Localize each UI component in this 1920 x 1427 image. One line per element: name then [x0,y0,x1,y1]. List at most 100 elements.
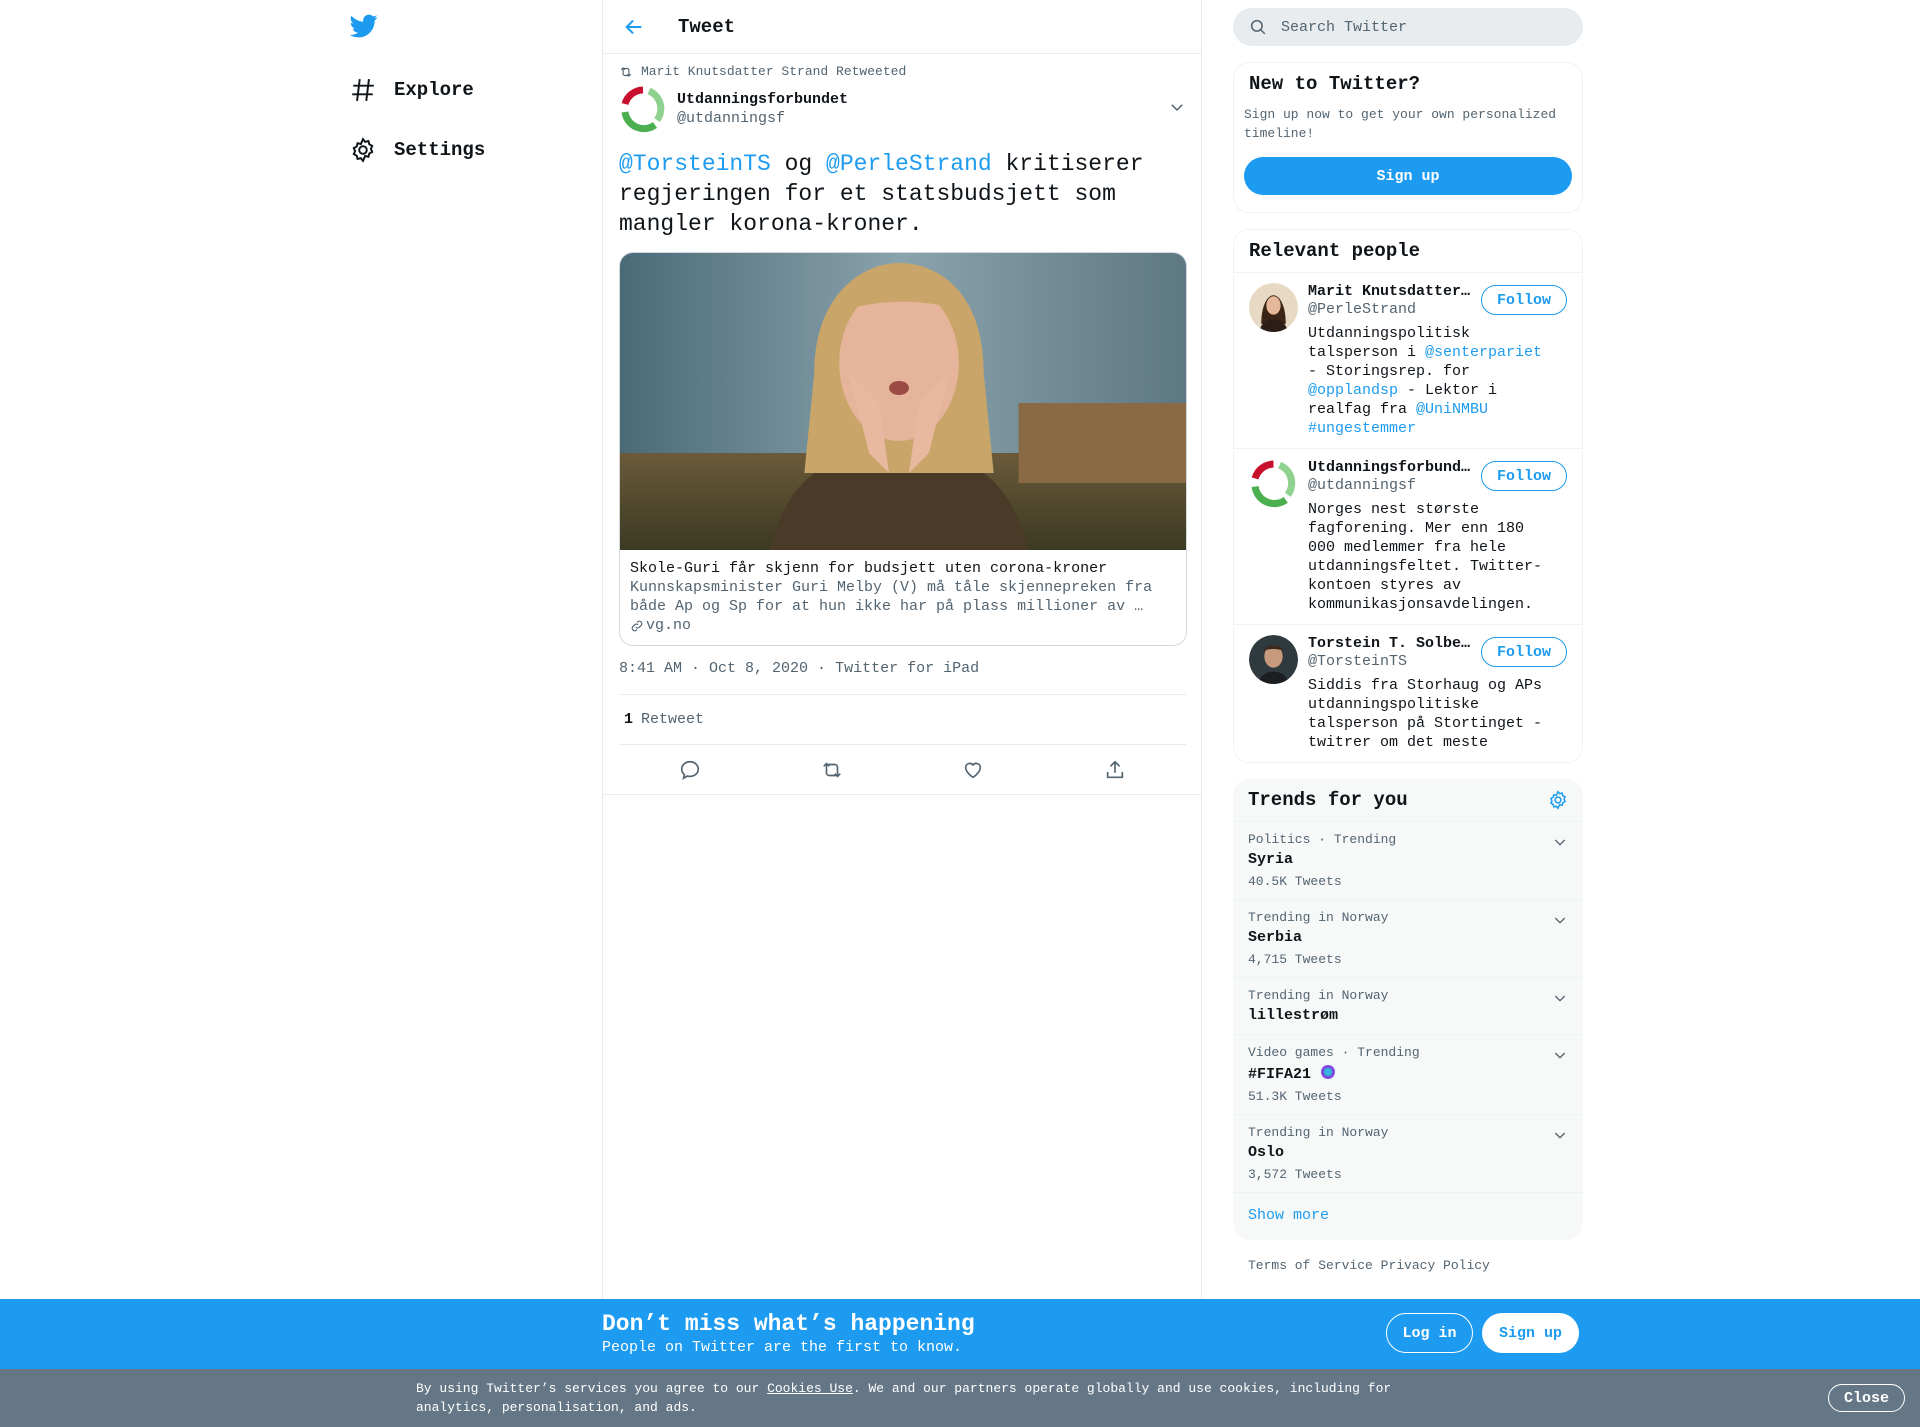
chevron-down-icon[interactable] [1552,912,1568,928]
trend-context: Trending in Norway [1248,1125,1389,1140]
card-body: Skole-Guri får skjenn for budsjett uten … [620,550,1186,645]
fifa-emoji-icon [1321,1065,1336,1079]
mention-link[interactable]: @senterpariet [1425,344,1542,361]
footer-links: Terms of Service Privacy Policy [1233,1240,1583,1273]
trend-name-text: #FIFA21 [1248,1066,1312,1083]
mention-link[interactable]: @opplandsp [1308,382,1398,399]
tweet-meta: 8:41 AM · Oct 8, 2020 · Twitter for iPad [619,660,1186,695]
arrow-left-icon[interactable] [623,16,645,38]
tweet-stats[interactable]: 1 Retweet [619,695,1186,745]
trend-name: Oslo [1248,1144,1285,1161]
relevant-people-panel: Relevant people Marit Knutsdatter Strand… [1233,229,1583,763]
person-card[interactable]: Torstein T. Solberg @TorsteinTS Siddis f… [1234,624,1582,762]
avatar[interactable] [1249,283,1298,332]
nav-settings[interactable]: Settings [350,130,580,170]
trend-item[interactable]: Trending in Norway Oslo 3,572 Tweets [1233,1115,1583,1193]
follow-button[interactable]: Follow [1481,461,1567,491]
twitter-logo-icon[interactable] [350,12,378,40]
card-link: vg.no [630,616,1176,635]
chevron-down-icon[interactable] [1168,98,1186,116]
tweet-timestamp[interactable]: 8:41 AM · Oct 8, 2020 [619,660,808,677]
trend-context: Trending in Norway [1248,910,1389,925]
banner-sign-up-button[interactable]: Sign up [1482,1313,1579,1353]
share-icon[interactable] [1104,759,1126,781]
person-name[interactable]: Torstein T. Solberg [1308,635,1472,652]
mention-link[interactable]: @UniNMBU [1416,401,1488,418]
person-bio: Norges nest største fagforening. Mer enn… [1308,501,1543,613]
nav-settings-label: Settings [394,139,486,161]
trend-count: 3,572 Tweets [1248,1167,1342,1182]
privacy-link[interactable]: Privacy Policy [1381,1258,1490,1273]
retweet-count: 1 [624,711,634,728]
cookie-bar: By using Twitter’s services you agree to… [0,1369,1920,1427]
trend-count: 4,715 Tweets [1248,952,1342,967]
relevant-people-title: Relevant people [1249,240,1421,262]
trends-title: Trends for you [1248,789,1408,811]
signup-banner: Don’t miss what’s happening People on Tw… [0,1299,1920,1369]
trend-context: Trending in Norway [1248,988,1389,1003]
meta-separator: · [817,660,836,677]
chevron-down-icon[interactable] [1552,990,1568,1006]
new-to-twitter-title: New to Twitter? [1249,73,1421,95]
card-domain: vg.no [646,617,692,634]
gear-icon [352,137,374,163]
follow-button[interactable]: Follow [1481,637,1567,667]
trend-name: Syria [1248,851,1294,868]
link-card[interactable]: Skole-Guri får skjenn for budsjett uten … [619,252,1187,646]
author-names: Utdanningsforbundet @utdanningsf [677,91,848,127]
retweet-icon [620,66,632,77]
main-divider [603,794,1201,795]
trend-item[interactable]: Trending in Norway Serbia 4,715 Tweets [1233,900,1583,978]
cookie-text-part: By using Twitter’s services you agree to… [416,1381,768,1396]
tweet-source[interactable]: Twitter for iPad [835,660,979,677]
right-sidebar: Search Twitter New to Twitter? Sign up n… [1233,8,1583,1273]
card-title: Skole-Guri får skjenn for budsjett uten … [630,560,1108,577]
avatar[interactable] [619,85,667,133]
mention-link[interactable]: @PerleStrand [826,151,992,177]
author-name[interactable]: Utdanningsforbundet [677,91,848,108]
close-button[interactable]: Close [1828,1384,1905,1412]
trend-count: 40.5K Tweets [1248,874,1342,889]
tweet-actions [619,745,1186,794]
hashtag-link[interactable]: #ungestemmer [1308,420,1416,437]
search-input[interactable]: Search Twitter [1233,8,1583,46]
person-bio: Utdanningspolitisk talsperson i @senterp… [1308,324,1558,438]
banner-title: Don’t miss what’s happening [602,1311,975,1337]
trend-item[interactable]: Trending in Norway lillestrøm [1233,978,1583,1035]
person-name[interactable]: Utdanningsforbundet [1308,459,1472,476]
page-title: Tweet [678,15,736,38]
nav-explore[interactable]: Explore [350,70,580,110]
author-handle[interactable]: @utdanningsf [677,110,848,127]
cookie-text: By using Twitter’s services you agree to… [416,1379,1416,1417]
mention-link[interactable]: @TorsteinTS [619,151,771,177]
terms-link[interactable]: Terms of Service [1248,1258,1373,1273]
person-card[interactable]: Utdanningsforbundet @utdanningsf Norges … [1234,448,1582,624]
person-bio: Siddis fra Storhaug og APs utdanningspol… [1308,677,1543,751]
person-card[interactable]: Marit Knutsdatter Strand @PerleStrand Ut… [1234,272,1582,448]
card-image [620,253,1186,550]
trend-item[interactable]: Politics · Trending Syria 40.5K Tweets [1233,822,1583,900]
tweet-text: @TorsteinTS og @PerleStrand kritiserer r… [619,149,1179,239]
hashtag-icon [352,79,374,101]
sign-up-button[interactable]: Sign up [1244,157,1572,195]
retweet-context: Marit Knutsdatter Strand Retweeted [619,64,1186,79]
avatar[interactable] [1249,635,1298,684]
chevron-down-icon[interactable] [1552,1127,1568,1143]
chevron-down-icon[interactable] [1552,834,1568,850]
bio-text: - Storingsrep. for [1308,363,1471,380]
retweet-icon[interactable] [821,759,843,781]
person-name[interactable]: Marit Knutsdatter Strand [1308,283,1472,300]
show-more-link[interactable]: Show more [1233,1193,1583,1240]
log-in-button[interactable]: Log in [1386,1313,1473,1353]
trend-context: Video games · Trending [1248,1045,1420,1060]
follow-button[interactable]: Follow [1481,285,1567,315]
gear-icon[interactable] [1548,790,1568,810]
heart-icon[interactable] [962,759,984,781]
reply-icon[interactable] [679,759,701,781]
cookies-use-link[interactable]: Cookies Use [767,1381,853,1396]
left-nav: Explore Settings [350,12,580,190]
chevron-down-icon[interactable] [1552,1047,1568,1063]
trend-item[interactable]: Video games · Trending #FIFA21 51.3K Twe… [1233,1035,1583,1115]
retweeted-by-label[interactable]: Marit Knutsdatter Strand Retweeted [641,64,906,79]
avatar[interactable] [1249,459,1298,508]
